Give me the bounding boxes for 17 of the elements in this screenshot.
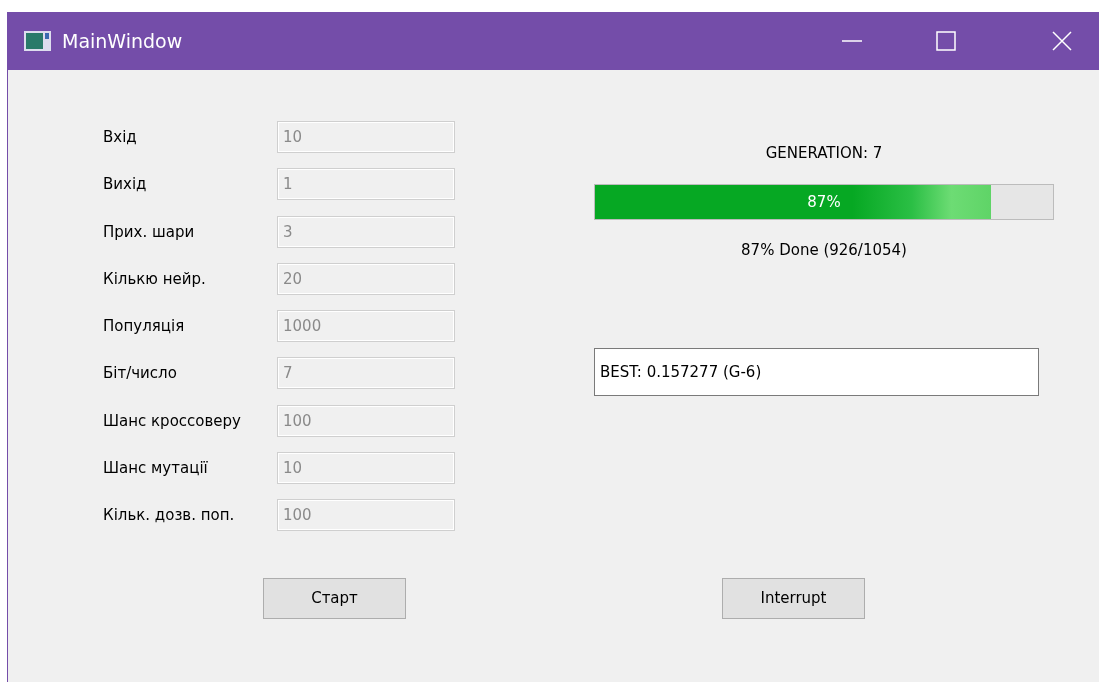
best-result-field[interactable]: BEST: 0.157277 (G-6) [594, 348, 1039, 396]
field-label: Шанс кроссоверу [103, 411, 242, 430]
window-icon [24, 31, 51, 51]
field-label: Кількю нейр. [103, 269, 207, 288]
field-label: Популяція [103, 317, 186, 336]
progress-text: 87% [807, 193, 841, 211]
generation-label: GENERATION: 7 [765, 144, 883, 164]
field-label: Вхід [103, 128, 138, 146]
window-title: MainWindow [62, 30, 184, 52]
field-label: Кільк. дозв. поп. [103, 506, 236, 525]
field-label: Вихід [103, 175, 148, 194]
push-button[interactable]: Старт [263, 577, 406, 619]
field-label: Шанс мутації [103, 459, 209, 478]
push-button[interactable]: Interrupt [722, 577, 865, 619]
progress-status: 87% Done (926/1054) [741, 241, 907, 259]
field-label: Біт/число [103, 364, 178, 383]
field-label: Прих. шари [103, 222, 196, 241]
